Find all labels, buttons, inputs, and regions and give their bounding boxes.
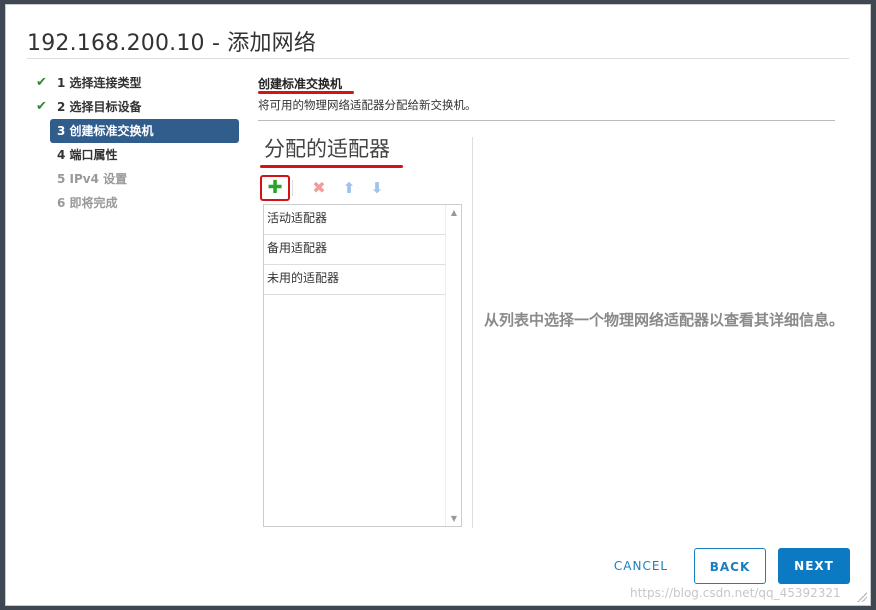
section-subtitle: 将可用的物理网络适配器分配给新交换机。 (258, 98, 477, 112)
list-scrollbar[interactable]: ▲ ▼ (445, 205, 461, 526)
step-select-target-device[interactable]: ✔ 2 选择目标设备 (34, 95, 244, 119)
step-label: 1 选择连接类型 (57, 76, 142, 90)
arrow-down-icon: ⬇ (370, 179, 384, 197)
step-label: 4 端口属性 (57, 148, 118, 162)
step-ipv4-settings: 5 IPv4 设置 (34, 167, 244, 191)
move-down-button[interactable]: ⬇ (366, 177, 388, 199)
annotation-box (260, 175, 290, 201)
scroll-up-icon[interactable]: ▲ (446, 208, 462, 217)
annotation-underline (258, 91, 354, 94)
adapter-list[interactable]: 活动适配器 备用适配器 未用的适配器 ▲ ▼ (263, 204, 462, 527)
step-port-properties[interactable]: 4 端口属性 (34, 143, 244, 167)
scroll-down-icon[interactable]: ▼ (446, 514, 462, 523)
adapter-toolbar: ✚ ✖ ⬆ ⬇ (260, 175, 462, 201)
step-select-connection-type[interactable]: ✔ 1 选择连接类型 (34, 71, 244, 95)
arrow-up-icon: ⬆ (342, 179, 356, 197)
resize-grip-icon[interactable] (857, 592, 867, 602)
move-up-button[interactable]: ⬆ (338, 177, 360, 199)
list-item-unused-adapters[interactable]: 未用的适配器 (264, 265, 445, 295)
assigned-adapters-title: 分配的适配器 (264, 137, 390, 161)
step-label: 5 IPv4 设置 (57, 172, 128, 186)
watermark-text: https://blog.csdn.net/qq_45392321 (630, 586, 841, 600)
remove-adapter-button[interactable]: ✖ (308, 177, 330, 199)
step-label: 2 选择目标设备 (57, 100, 142, 114)
check-icon: ✔ (36, 99, 47, 114)
step-create-standard-switch[interactable]: 3 创建标准交换机 (50, 119, 239, 143)
check-icon: ✔ (36, 75, 47, 90)
step-label: 3 创建标准交换机 (57, 124, 154, 138)
list-item-active-adapters[interactable]: 活动适配器 (264, 205, 445, 235)
list-item-standby-adapters[interactable]: 备用适配器 (264, 235, 445, 265)
step-ready-to-complete: 6 即将完成 (34, 191, 244, 215)
toolbar-separator (292, 180, 293, 196)
adapter-detail-message: 从列表中选择一个物理网络适配器以查看其详细信息。 (484, 311, 845, 329)
title-divider (27, 58, 849, 59)
add-network-dialog: 192.168.200.10 - 添加网络 ✔ 1 选择连接类型 ✔ 2 选择目… (5, 4, 871, 606)
x-icon: ✖ (312, 178, 326, 197)
dialog-title: 192.168.200.10 - 添加网络 (27, 31, 317, 56)
next-button[interactable]: NEXT (778, 548, 850, 584)
section-divider (258, 120, 835, 121)
cancel-button[interactable]: CANCEL (602, 548, 680, 584)
step-label: 6 即将完成 (57, 196, 118, 210)
back-button[interactable]: BACK (694, 548, 766, 584)
annotation-underline (260, 165, 403, 168)
section-title: 创建标准交换机 (258, 77, 343, 91)
wizard-steps: ✔ 1 选择连接类型 ✔ 2 选择目标设备 3 创建标准交换机 4 端口属性 5… (34, 71, 244, 215)
panel-divider (472, 137, 473, 528)
